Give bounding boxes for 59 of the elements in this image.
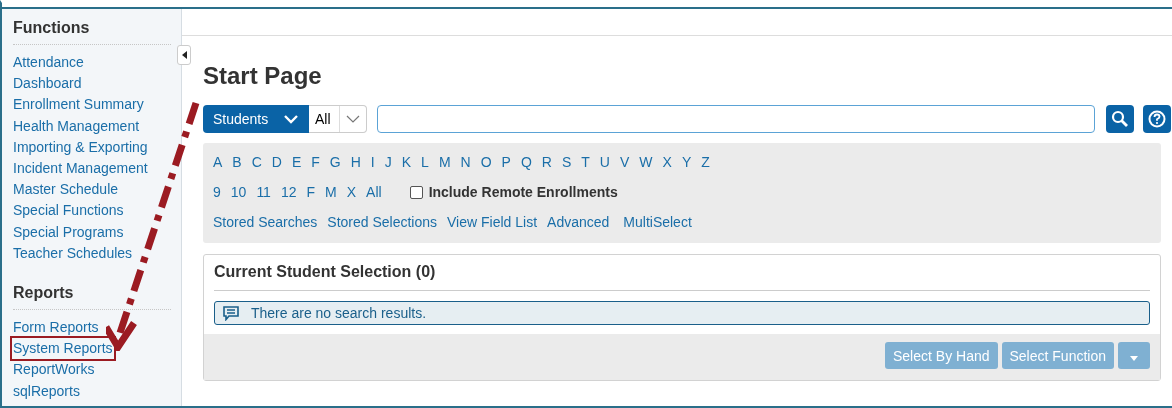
message-text: There are no search results. [251, 305, 427, 321]
grade-link[interactable]: F [306, 184, 316, 200]
letter-link[interactable]: V [619, 154, 630, 170]
scope-dropdown[interactable]: Students [203, 105, 309, 133]
letter-link[interactable]: F [311, 154, 320, 170]
section-title: Reports [13, 280, 171, 311]
checkbox-label: Include Remote Enrollments [428, 184, 618, 200]
grade-link[interactable]: 9 [213, 184, 221, 200]
letter-link[interactable]: P [501, 154, 511, 170]
letter-link[interactable]: R [541, 154, 552, 170]
panel-title: Current Student Selection (0) [214, 263, 1150, 291]
letter-link[interactable]: E [291, 154, 302, 170]
letter-link[interactable]: W [639, 154, 653, 170]
section-title: Functions [13, 15, 171, 45]
search-option-link[interactable]: Stored Searches [213, 214, 318, 230]
letter-link[interactable]: A [213, 154, 223, 170]
letter-link[interactable]: K [401, 154, 412, 170]
grade-link[interactable]: 11 [256, 184, 271, 200]
letter-link[interactable]: S [561, 154, 572, 170]
letter-link[interactable]: Y [681, 154, 692, 170]
letter-link[interactable]: O [480, 154, 492, 170]
letter-link[interactable]: C [251, 154, 262, 170]
search-field[interactable] [376, 105, 1095, 133]
letter-link[interactable]: G [329, 154, 341, 170]
search-option-link[interactable]: Stored Selections [327, 214, 438, 230]
grade-link[interactable]: 10 [230, 184, 247, 200]
letter-link[interactable]: M [438, 154, 451, 170]
help-button[interactable] [1142, 105, 1171, 133]
page-title: Start Page [203, 62, 323, 90]
letter-link[interactable]: B [232, 154, 242, 170]
search-option-link[interactable]: Advanced [547, 214, 610, 230]
checkbox[interactable] [409, 185, 423, 199]
grade-link[interactable]: X [346, 184, 357, 200]
comment-icon [223, 305, 239, 321]
filter-dropdown[interactable]: All [309, 105, 367, 133]
letter-link[interactable]: H [350, 154, 361, 170]
search-button[interactable] [1105, 105, 1134, 133]
collapse-toggle[interactable] [177, 45, 191, 65]
letter-link[interactable]: U [599, 154, 610, 170]
letter-link[interactable]: N [460, 154, 471, 170]
letter-link[interactable]: I [370, 154, 375, 170]
letter-link[interactable]: Q [520, 154, 532, 170]
help-icon [1146, 109, 1167, 129]
search-icon [1110, 110, 1129, 128]
letter-link[interactable]: X [662, 154, 672, 170]
letter-link[interactable]: Z [701, 154, 710, 170]
grade-link[interactable]: M [325, 184, 337, 200]
grade-link[interactable]: All [366, 184, 382, 200]
chevron-down-icon [283, 114, 299, 124]
chevron-down-icon [345, 115, 360, 123]
letter-link[interactable]: J [384, 154, 392, 170]
letter-link[interactable]: D [271, 154, 282, 170]
search-option-link[interactable]: View Field List [447, 214, 538, 230]
letter-link[interactable]: L [421, 154, 429, 170]
letter-link[interactable]: T [581, 154, 590, 170]
caret-icon [1130, 355, 1138, 361]
sidebar-link[interactable]: System Reports [10, 336, 116, 362]
grade-link[interactable]: 12 [280, 184, 297, 200]
search-option-link[interactable]: MultiSelect [623, 214, 692, 230]
